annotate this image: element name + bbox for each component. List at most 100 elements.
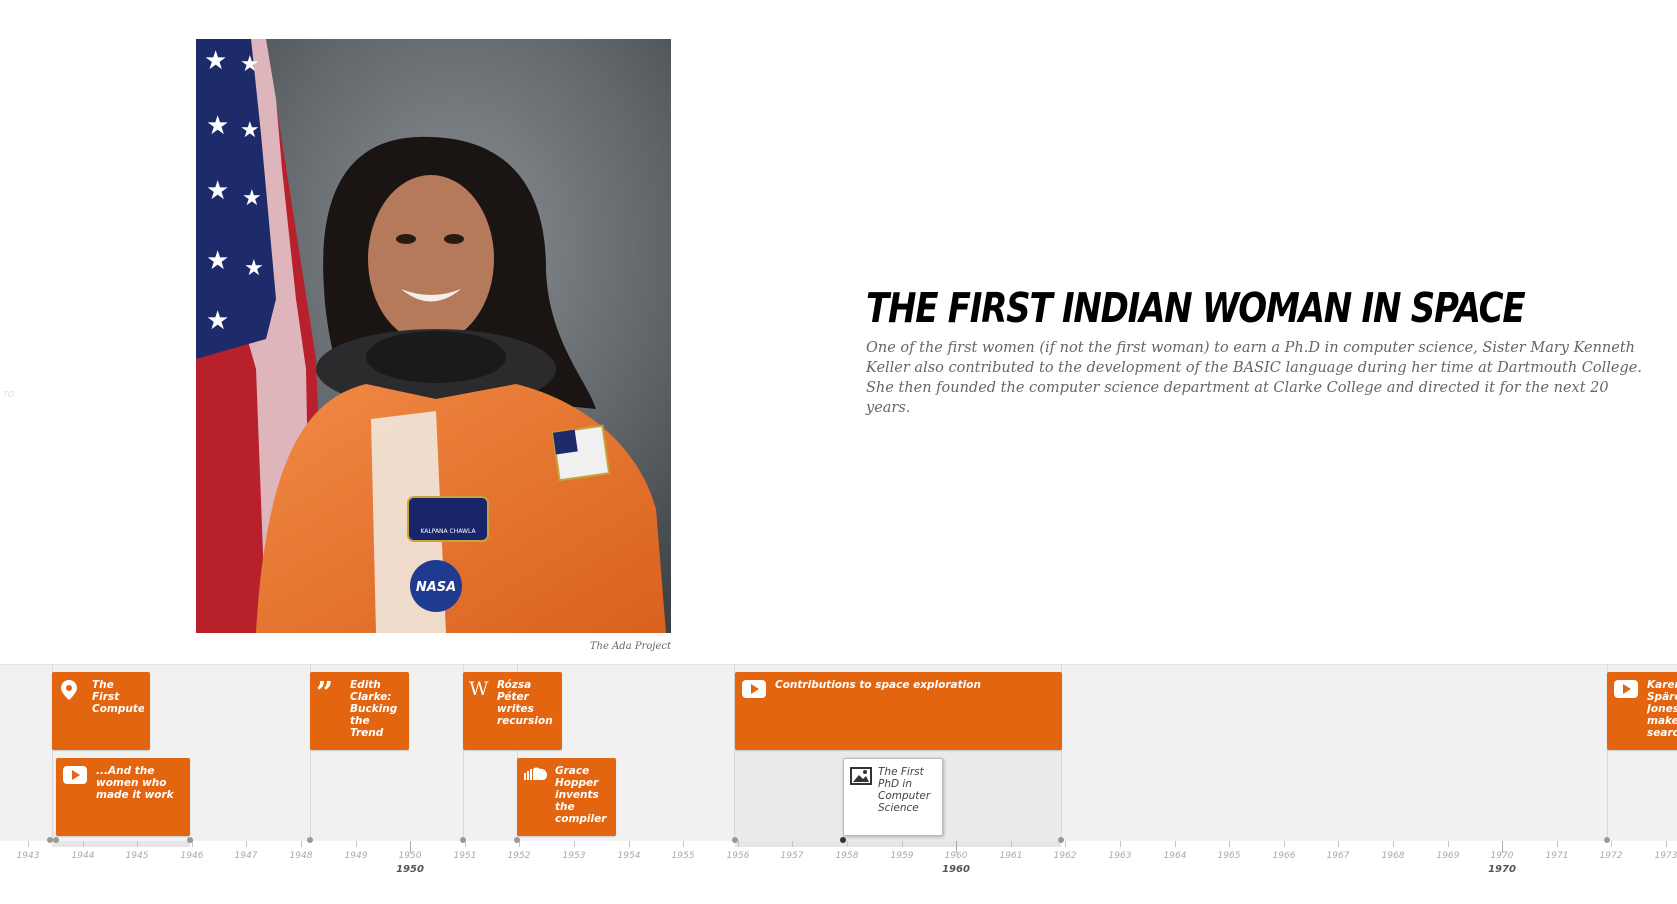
axis-tick [1666,841,1667,847]
timeline-marker-the-first-computer[interactable]: The First Computer [52,672,150,750]
axis-year-label: 1954 [617,851,641,861]
map-pin-icon [58,679,88,701]
axis-marker-dot [187,837,193,843]
axis-year-label: 1970 [1490,851,1514,861]
time-axis[interactable]: 1943 1944 1945 1946 1947 1948 1949 1950 1950 1951… [0,837,1677,904]
timeline-marker-space-exploration[interactable]: Contributions to space exploration [735,672,1062,750]
marker-title: Rózsa Péter writes recursion [497,679,553,727]
timeline-marker-grace-hopper[interactable]: Grace Hopper invents the compiler [517,758,616,836]
marker-title: Edith Clarke: Bucking the Trend [350,679,398,739]
axis-tick [83,841,84,847]
svg-text:★: ★ [240,118,260,143]
youtube-icon [741,679,771,701]
axis-year-label: 1953 [562,851,586,861]
axis-year-label: 1955 [671,851,695,861]
axis-year-label: 1968 [1381,851,1405,861]
axis-year-label: 1963 [1108,851,1132,861]
marker-title: Karen Spärck Jones makes search... [1647,679,1677,739]
axis-year-label: 1969 [1436,851,1460,861]
axis-tick [246,841,247,847]
axis-year-label: 1950 [398,851,422,861]
axis-tick [1120,841,1121,847]
axis-year-label: 1946 [180,851,204,861]
axis-tick [137,841,138,847]
axis-year-label: 1945 [125,851,149,861]
axis-tick [1284,841,1285,847]
astronaut-photo: ★ ★ ★ ★ ★ ★ ★ ★ ★ KALPANA CHAWLA NASA [196,39,671,633]
slide-headline: THE FIRST INDIAN WOMAN IN SPACE [866,284,1526,332]
svg-text:★: ★ [242,186,262,211]
marker-title: The First Computer [92,679,144,715]
axis-tick [356,841,357,847]
axis-year-label: 1966 [1272,851,1296,861]
axis-year-label: 1959 [890,851,914,861]
axis-marker-dot [460,837,466,843]
axis-marker-dot-active [840,837,846,843]
axis-marker-dot [514,837,520,843]
axis-year-label: 1965 [1217,851,1241,861]
axis-year-label: 1967 [1326,851,1350,861]
quote-icon: ” [316,676,346,711]
axis-year-label: 1949 [344,851,368,861]
axis-year-label: 1971 [1545,851,1569,861]
axis-tick [1393,841,1394,847]
axis-year-label: 1944 [71,851,95,861]
name-tag-text: KALPANA CHAWLA [420,528,476,535]
axis-tick [1011,841,1012,847]
marker-title: The First PhD in Computer Science [878,766,931,814]
axis-year-label: 1958 [835,851,859,861]
axis-year-label: 1956 [726,851,750,861]
side-mark: TO [3,390,15,399]
axis-year-label: 1964 [1163,851,1187,861]
youtube-icon [62,765,92,787]
axis-year-label: 1957 [780,851,804,861]
axis-span-band [52,841,190,847]
axis-tick [792,841,793,847]
marker-title: Contributions to space exploration [775,679,981,691]
axis-tick [1065,841,1066,847]
axis-year-label: 1951 [453,851,477,861]
axis-major-year-label: 1950 [396,864,424,875]
axis-year-label: 1960 [944,851,968,861]
axis-marker-dot [53,837,59,843]
axis-tick [28,841,29,847]
axis-year-label: 1961 [999,851,1023,861]
photo-credit: The Ada Project [589,641,671,652]
wikipedia-icon: W [469,678,493,701]
axis-tick [1611,841,1612,847]
timeline-marker-first-phd[interactable]: The First PhD in Computer Science [843,758,943,836]
svg-text:★: ★ [206,246,229,276]
axis-marker-dot [1058,837,1064,843]
timeline-marker-edith-clarke[interactable]: ” Edith Clarke: Bucking the Trend [310,672,409,750]
axis-year-label: 1962 [1053,851,1077,861]
svg-text:★: ★ [206,176,229,206]
timeline-marker-women-who-made-it-work[interactable]: ...And the women who made it work [56,758,190,836]
axis-tick [301,841,302,847]
axis-year-label: 1972 [1599,851,1623,861]
axis-year-label: 1947 [234,851,258,861]
axis-tick [1229,841,1230,847]
axis-tick [1557,841,1558,847]
svg-text:★: ★ [244,256,264,281]
axis-tick [1175,841,1176,847]
svg-text:★: ★ [204,46,227,76]
axis-marker-dot [307,837,313,843]
axis-major-year-label: 1960 [942,864,970,875]
axis-tick [738,841,739,847]
axis-tick [1448,841,1449,847]
image-icon [850,766,874,788]
marker-title: Grace Hopper invents the compiler [555,765,607,825]
soundcloud-icon [523,765,551,787]
axis-year-label: 1948 [289,851,313,861]
timeline-marker-rozsa-peter[interactable]: W Rózsa Péter writes recursion [463,672,562,750]
timeline-nav: The First Computer ...And the women who … [0,664,1677,842]
svg-text:★: ★ [240,52,260,77]
axis-span-band [735,841,1061,847]
svg-text:W: W [469,679,489,699]
axis-major-year-label: 1970 [1488,864,1516,875]
axis-marker-dot [1604,837,1610,843]
svg-text:★: ★ [206,306,229,336]
axis-tick [683,841,684,847]
timeline-marker-karen-sparck-jones[interactable]: Karen Spärck Jones makes search... [1607,672,1677,750]
axis-tick [902,841,903,847]
